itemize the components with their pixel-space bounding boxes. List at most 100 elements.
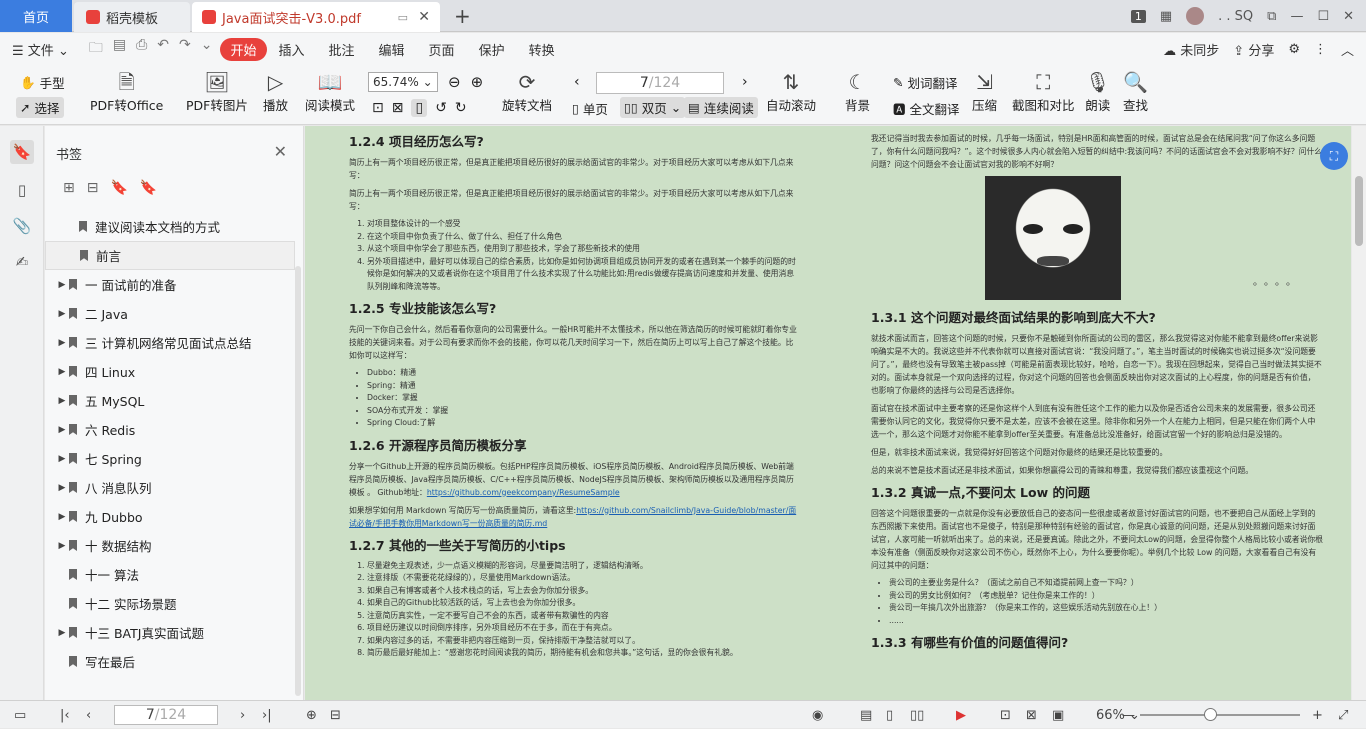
- word-translate-button[interactable]: ✎ 划词翻译: [893, 73, 958, 92]
- scroll-thumb[interactable]: [1355, 176, 1363, 246]
- bookmark-item[interactable]: ▶ 九 Dubbo: [45, 502, 295, 531]
- prev-page-icon[interactable]: ‹: [574, 74, 580, 90]
- menu-protect[interactable]: 保护: [467, 40, 517, 59]
- bookmark-item[interactable]: ▶ 四 Linux: [45, 357, 295, 386]
- floating-tool-button[interactable]: ⛶: [1320, 142, 1348, 170]
- menu-convert[interactable]: 转换: [517, 40, 567, 59]
- status-page-input[interactable]: 7/124: [114, 705, 218, 725]
- zoom-in-status-icon[interactable]: +: [1312, 701, 1323, 729]
- prev-page-status-icon[interactable]: ‹: [86, 701, 91, 729]
- zoom-out-status-icon[interactable]: —: [1122, 701, 1135, 729]
- next-page-icon[interactable]: ›: [742, 74, 748, 90]
- bookmark-item[interactable]: 写在最后: [45, 647, 295, 676]
- attachment-icon[interactable]: 📎: [10, 214, 34, 238]
- fit-width-status-icon[interactable]: ▣: [1052, 701, 1064, 729]
- menu-page[interactable]: 页面: [417, 40, 467, 59]
- menu-start[interactable]: 开始: [220, 37, 267, 61]
- tab-pdf-document[interactable]: Java面试突击-V3.0.pdf ▭ ✕: [192, 2, 440, 32]
- collapse-all-icon[interactable]: ⊟: [87, 180, 99, 196]
- settings-icon[interactable]: ⚙: [1288, 42, 1300, 57]
- continuous-read-button[interactable]: ▤ 连续阅读: [684, 97, 758, 118]
- rotate-document-button[interactable]: ⟳ 旋转文档: [502, 69, 552, 114]
- fullscreen-icon[interactable]: ⤢: [1338, 701, 1348, 729]
- open-folder-icon[interactable]: 🗀: [89, 37, 103, 61]
- zoom-input[interactable]: 65.74% ⌄: [368, 72, 438, 92]
- rotate-left-icon[interactable]: ↺: [435, 100, 447, 116]
- file-menu[interactable]: ☰ 文件 ⌄: [0, 40, 81, 59]
- zoom-slider-knob[interactable]: [1204, 708, 1217, 721]
- auto-scroll-button[interactable]: ⇅ 自动滚动: [766, 69, 816, 114]
- bookmark-item[interactable]: ▶ 五 MySQL: [45, 386, 295, 415]
- double-page-button[interactable]: ▯▯ 双页 ⌄: [620, 97, 686, 118]
- zoom-in-icon[interactable]: ⊕: [471, 73, 484, 91]
- expand-arrow-icon[interactable]: ▶: [55, 628, 69, 638]
- first-page-icon[interactable]: |‹: [60, 701, 70, 729]
- menu-edit[interactable]: 编辑: [367, 40, 417, 59]
- bookmark-item[interactable]: ▶ 十三 BATJ真实面试题: [45, 618, 295, 647]
- thumbnail-icon[interactable]: ▯: [10, 178, 34, 202]
- bookmark-scrollbar[interactable]: [295, 266, 301, 696]
- page-number-input[interactable]: 7/124: [596, 72, 724, 94]
- background-button[interactable]: ☾ 背景: [845, 69, 870, 114]
- hand-tool[interactable]: ✋ 手型: [20, 73, 65, 92]
- bookmark-item[interactable]: ▶ 十 数据结构: [45, 531, 295, 560]
- share-button[interactable]: ⇪ 分享: [1233, 40, 1274, 59]
- read-aloud-button[interactable]: 🎙 朗读: [1085, 69, 1110, 114]
- fit-width-icon[interactable]: ▯: [411, 99, 428, 117]
- play-status-icon[interactable]: ▶: [956, 701, 966, 729]
- grid-icon[interactable]: ▦: [1160, 9, 1172, 24]
- single-page-button[interactable]: ▯ 单页: [572, 99, 608, 118]
- expand-arrow-icon[interactable]: ▶: [55, 541, 69, 551]
- eye-protect-icon[interactable]: ◉: [812, 701, 823, 729]
- avatar[interactable]: [1186, 7, 1205, 25]
- menu-insert[interactable]: 插入: [267, 40, 317, 59]
- expand-arrow-icon[interactable]: ▶: [55, 338, 69, 348]
- more-tools-icon[interactable]: ⌄: [201, 37, 213, 61]
- expand-arrow-icon[interactable]: ▶: [55, 367, 69, 377]
- read-mode-button[interactable]: 📖 阅读模式: [305, 69, 355, 114]
- more-icon[interactable]: ⋮: [1314, 42, 1327, 57]
- last-page-icon[interactable]: ›|: [262, 701, 272, 729]
- bookmark-item[interactable]: ▶ 七 Spring: [45, 444, 295, 473]
- bookmark-item[interactable]: ▶ 八 消息队列: [45, 473, 295, 502]
- bookmark-item[interactable]: 十二 实际场景题: [45, 589, 295, 618]
- fit-page-status-icon[interactable]: ⊠: [1026, 701, 1037, 729]
- delete-bookmark-icon[interactable]: 🔖: [140, 180, 157, 196]
- resume-sample-link[interactable]: https://github.com/geekcompany/ResumeSam…: [427, 488, 620, 497]
- compress-button[interactable]: ⇲ 压缩: [972, 69, 997, 114]
- find-button[interactable]: 🔍 查找: [1123, 69, 1148, 114]
- toggle-sidebar-icon[interactable]: ▭: [14, 701, 26, 729]
- bookmark-item[interactable]: 十一 算法: [45, 560, 295, 589]
- vertical-scrollbar[interactable]: [1352, 126, 1366, 700]
- bookmark-item[interactable]: ▶ 一 面试前的准备: [45, 270, 295, 299]
- expand-arrow-icon[interactable]: ▶: [55, 454, 69, 464]
- close-window-icon[interactable]: ✕: [1343, 9, 1354, 24]
- play-button[interactable]: ▷ 播放: [263, 69, 288, 114]
- new-tab-button[interactable]: +: [454, 4, 471, 28]
- full-translate-button[interactable]: 🅰 全文翻译: [893, 99, 960, 118]
- sync-status[interactable]: ☁ 未同步: [1163, 40, 1219, 59]
- pdf-to-image-button[interactable]: 🖼 PDF转图片: [186, 69, 248, 114]
- expand-arrow-icon[interactable]: ▶: [55, 425, 69, 435]
- bookmark-item[interactable]: ▶ 二 Java: [45, 299, 295, 328]
- zoom-out-icon[interactable]: ⊖: [448, 73, 461, 91]
- user-name[interactable]: . . SQ: [1218, 9, 1253, 24]
- maximize-window-icon[interactable]: ☐: [1317, 9, 1329, 24]
- bookmark-item[interactable]: ▶ 三 计算机网络常见面试点总结: [45, 328, 295, 357]
- expand-arrow-icon[interactable]: ▶: [55, 309, 69, 319]
- bookmark-item[interactable]: ▶ 六 Redis: [45, 415, 295, 444]
- fit-page-icon[interactable]: ⊠: [392, 100, 404, 116]
- close-tab-icon[interactable]: ✕: [418, 9, 430, 25]
- pdf-to-office-button[interactable]: 🗎 PDF转Office: [90, 69, 163, 114]
- actual-size-status-icon[interactable]: ⊡: [1000, 701, 1011, 729]
- next-page-status-icon[interactable]: ›: [240, 701, 245, 729]
- redo-icon[interactable]: ↷: [179, 37, 191, 61]
- expand-arrow-icon[interactable]: ▶: [55, 512, 69, 522]
- expand-all-icon[interactable]: ⊞: [63, 180, 75, 196]
- minimize-tab-icon[interactable]: ▭: [398, 11, 408, 24]
- expand-arrow-icon[interactable]: ▶: [55, 396, 69, 406]
- actual-size-icon[interactable]: ⊡: [372, 100, 384, 116]
- insert-page-icon[interactable]: ⊕: [306, 701, 317, 729]
- extract-page-icon[interactable]: ⊟: [330, 701, 341, 729]
- menu-annotate[interactable]: 批注: [317, 40, 367, 59]
